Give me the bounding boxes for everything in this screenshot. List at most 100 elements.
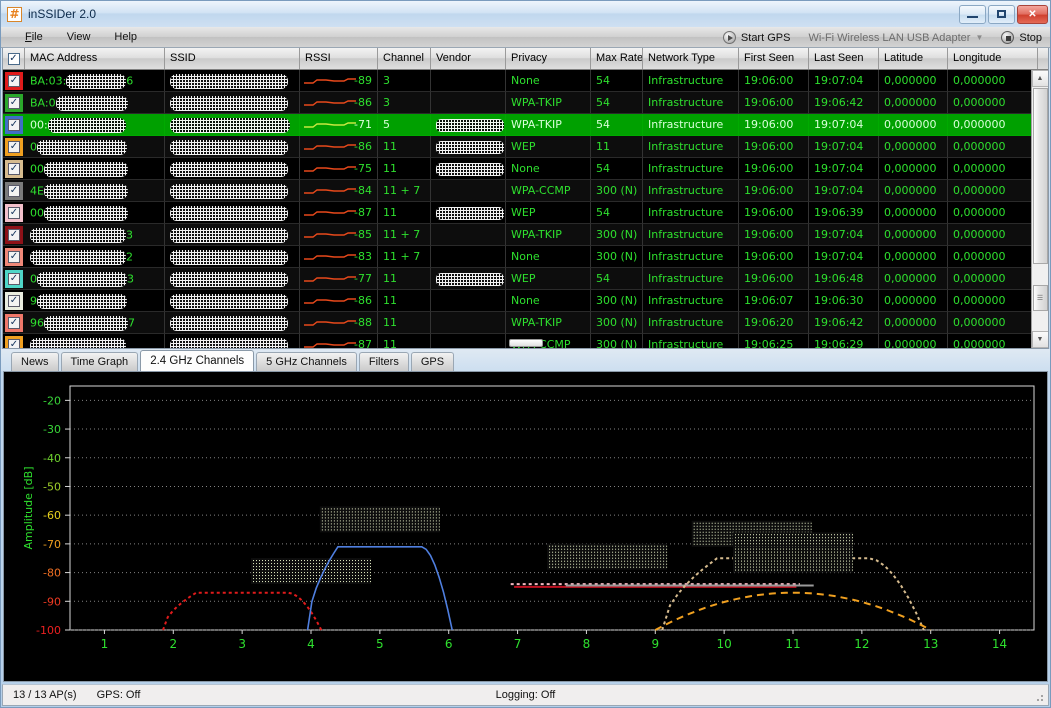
column-header-max-rate[interactable]: Max Rate xyxy=(591,48,643,69)
row-color-checkbox[interactable]: ✓ xyxy=(3,202,25,224)
cell-first-seen: 19:06:00 xyxy=(739,224,809,246)
menu-help[interactable]: Help xyxy=(102,29,149,45)
column-header-last-seen[interactable]: Last Seen xyxy=(809,48,879,69)
cell-mac-address xyxy=(25,334,165,348)
xtick-label: 8 xyxy=(583,637,591,651)
table-row[interactable]: ✓3-8511 + 7WPA-TKIP300 (N)Infrastructure… xyxy=(3,224,1048,246)
tab-2-4-ghz-channels[interactable]: 2.4 GHz Channels xyxy=(140,350,254,371)
cell-mac-address: 3 xyxy=(25,224,165,246)
ytick-label: -20 xyxy=(43,394,61,407)
table-scrollbar[interactable]: ▲ ☰ ▼ xyxy=(1031,70,1048,348)
start-gps-button[interactable]: Start GPS xyxy=(719,31,795,44)
resize-grip-icon[interactable] xyxy=(1033,691,1045,703)
cell-longitude: 0,000000 xyxy=(948,312,1038,334)
cell-last-seen: 19:07:04 xyxy=(809,114,879,136)
scrollbar-thumb[interactable] xyxy=(1033,88,1048,264)
cell-latitude: 0,000000 xyxy=(879,246,948,268)
column-header-longitude[interactable]: Longitude xyxy=(948,48,1038,69)
series-label-redacted xyxy=(251,558,371,584)
table-row[interactable]: ✓00:-715WPA-TKIP54Infrastructure19:06:00… xyxy=(3,114,1048,136)
cell-rssi: -86 xyxy=(300,136,378,158)
series-ap-ch3-red-dotted[interactable] xyxy=(163,593,321,630)
scroll-down-button[interactable]: ▼ xyxy=(1032,331,1049,348)
row-color-checkbox[interactable]: ✓ xyxy=(3,180,25,202)
adapter-select[interactable]: Wi-Fi Wireless LAN USB Adapter ▼ xyxy=(804,32,987,44)
cell-mac-address: 967 xyxy=(25,312,165,334)
ytick-label: -70 xyxy=(43,538,61,551)
cell-max-rate: 54 xyxy=(591,158,643,180)
column-header-vendor[interactable]: Vendor xyxy=(431,48,506,69)
close-button[interactable]: ✕ xyxy=(1017,5,1048,24)
maximize-button[interactable] xyxy=(988,5,1015,24)
table-row[interactable]: ✓00-8711WEP54Infrastructure19:06:0019:06… xyxy=(3,202,1048,224)
row-color-checkbox[interactable]: ✓ xyxy=(3,114,25,136)
select-all-header[interactable]: ✓ xyxy=(3,48,25,69)
row-color-checkbox[interactable]: ✓ xyxy=(3,334,25,348)
row-color-checkbox[interactable]: ✓ xyxy=(3,290,25,312)
row-color-checkbox[interactable]: ✓ xyxy=(3,158,25,180)
tab-gps[interactable]: GPS xyxy=(411,352,454,371)
tab-filters[interactable]: Filters xyxy=(359,352,409,371)
tab-news[interactable]: News xyxy=(11,352,59,371)
cell-network-type: Infrastructure xyxy=(643,136,739,158)
window-title: inSSIDer 2.0 xyxy=(28,7,959,21)
menu-view[interactable]: View xyxy=(55,29,103,45)
cell-first-seen: 19:06:00 xyxy=(739,114,809,136)
series-ap-ch11-orange-dash[interactable] xyxy=(655,593,930,630)
cell-vendor xyxy=(431,268,506,290)
table-row[interactable]: ✓4E-8411 + 7WPA-CCMP300 (N)Infrastructur… xyxy=(3,180,1048,202)
cell-last-seen: 19:07:04 xyxy=(809,224,879,246)
cell-max-rate: 54 xyxy=(591,70,643,92)
column-header-mac-address[interactable]: MAC Address xyxy=(25,48,165,69)
table-header-row: ✓ MAC AddressSSIDRSSIChannelVendorPrivac… xyxy=(3,48,1048,70)
pane-splitter[interactable] xyxy=(509,339,543,347)
row-color-checkbox[interactable]: ✓ xyxy=(3,246,25,268)
channel-chart[interactable]: -20-30-40-50-60-70-80-90-100Amplitude [d… xyxy=(3,371,1048,682)
cell-latitude: 0,000000 xyxy=(879,136,948,158)
cell-network-type: Infrastructure xyxy=(643,246,739,268)
stop-button[interactable]: Stop xyxy=(997,31,1046,44)
cell-latitude: 0,000000 xyxy=(879,114,948,136)
cell-network-type: Infrastructure xyxy=(643,224,739,246)
tab-5-ghz-channels[interactable]: 5 GHz Channels xyxy=(256,352,357,371)
title-bar: # inSSIDer 2.0 ✕ xyxy=(1,1,1050,27)
select-all-checkbox[interactable]: ✓ xyxy=(8,53,20,65)
table-row[interactable]: ✓03-7711WEP54Infrastructure19:06:0019:06… xyxy=(3,268,1048,290)
row-color-checkbox[interactable]: ✓ xyxy=(3,268,25,290)
table-row[interactable]: ✓BA:03:6-893None54Infrastructure19:06:00… xyxy=(3,70,1048,92)
column-header-privacy[interactable]: Privacy xyxy=(506,48,591,69)
scroll-up-button[interactable]: ▲ xyxy=(1032,70,1049,87)
row-color-checkbox[interactable]: ✓ xyxy=(3,136,25,158)
row-color-checkbox[interactable]: ✓ xyxy=(3,70,25,92)
column-header-latitude[interactable]: Latitude xyxy=(879,48,948,69)
cell-longitude: 0,000000 xyxy=(948,334,1038,348)
tab-time-graph[interactable]: Time Graph xyxy=(61,352,139,371)
cell-first-seen: 19:06:00 xyxy=(739,158,809,180)
column-header-network-type[interactable]: Network Type xyxy=(643,48,739,69)
start-gps-label: Start GPS xyxy=(741,32,791,44)
cell-mac-address: BA:03:6 xyxy=(25,70,165,92)
table-row[interactable]: ✓9-8611None300 (N)Infrastructure19:06:07… xyxy=(3,290,1048,312)
cell-rssi: -86 xyxy=(300,290,378,312)
menu-file[interactable]: File xyxy=(13,29,55,45)
column-header-first-seen[interactable]: First Seen xyxy=(739,48,809,69)
ytick-label: -90 xyxy=(43,595,61,608)
cell-first-seen: 19:06:00 xyxy=(739,268,809,290)
column-header-ssid[interactable]: SSID xyxy=(165,48,300,69)
cell-first-seen: 19:06:00 xyxy=(739,202,809,224)
column-header-channel[interactable]: Channel xyxy=(378,48,431,69)
table-row[interactable]: ✓00-7511None54Infrastructure19:06:0019:0… xyxy=(3,158,1048,180)
row-color-checkbox[interactable]: ✓ xyxy=(3,92,25,114)
cell-channel: 11 + 7 xyxy=(378,224,431,246)
table-row[interactable]: ✓967-8811WPA-TKIP300 (N)Infrastructure19… xyxy=(3,312,1048,334)
minimize-button[interactable] xyxy=(959,5,986,24)
table-row[interactable]: ✓BA:0-863WPA-TKIP54Infrastructure19:06:0… xyxy=(3,92,1048,114)
table-row[interactable]: ✓0-8611WEP11Infrastructure19:06:0019:07:… xyxy=(3,136,1048,158)
row-color-checkbox[interactable]: ✓ xyxy=(3,312,25,334)
series-ap-ch5-blue-solid[interactable] xyxy=(308,547,453,630)
cell-vendor xyxy=(431,114,506,136)
table-row[interactable]: ✓2-8311 + 7None300 (N)Infrastructure19:0… xyxy=(3,246,1048,268)
row-color-checkbox[interactable]: ✓ xyxy=(3,224,25,246)
column-header-rssi[interactable]: RSSI xyxy=(300,48,378,69)
cell-vendor xyxy=(431,70,506,92)
